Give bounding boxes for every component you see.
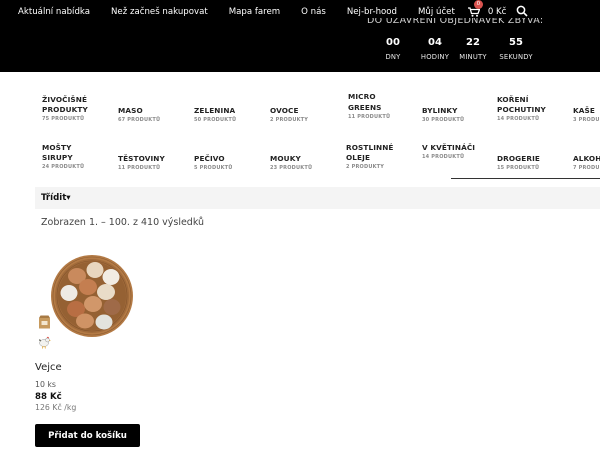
add-to-cart-button[interactable]: Přidat do košíku (35, 424, 140, 447)
category-koreni-pochutiny[interactable]: KOŘENÍ POCHUTINY 14 PRODUKTŮ (497, 95, 555, 122)
category-pecivo[interactable]: PEČIVO 5 PRODUKTŮ (194, 154, 233, 171)
category-name: TĚSTOVINY (118, 154, 165, 163)
rooster-icon (38, 334, 52, 353)
countdown-label: HODINY (420, 53, 450, 61)
countdown-value: 04 (428, 37, 442, 48)
category-maso[interactable]: MASO 67 PRODUKTŮ (118, 106, 160, 123)
category-mouky[interactable]: MOUKY 23 PRODUKTŮ (270, 154, 312, 171)
category-count: 67 PRODUKTŮ (118, 117, 161, 123)
category-name: MICRO GREENS (348, 92, 382, 112)
category-micro-greens[interactable]: MICRO GREENS 11 PRODUKTŮ (348, 91, 398, 120)
category-name: DROGERIE (497, 154, 540, 163)
category-count: 14 PRODUKTŮ (422, 154, 465, 160)
category-zivocisne-produkty[interactable]: ŽIVOČIŠNÉ PRODUKTY 75 PRODUKTŮ (42, 95, 112, 122)
category-rostlinne-oleje[interactable]: ROSTLINNÉ OLEJE 2 PRODUKTY (346, 143, 406, 170)
category-name: V KVĚTINÁČI (422, 143, 476, 152)
category-name: BYLINKY (422, 106, 458, 115)
category-v-kvetinaci[interactable]: V KVĚTINÁČI 14 PRODUKTŮ (422, 143, 477, 160)
category-count: 5 PRODUKTŮ (194, 165, 233, 171)
sort-dropdown[interactable]: Třídit▾ (41, 193, 71, 203)
nav-link-aktualni-nabidka[interactable]: Aktuální nabídka (18, 7, 90, 17)
product-name[interactable]: Vejce (35, 362, 62, 373)
category-name: ŽIVOČIŠNÉ PRODUKTY (42, 95, 88, 114)
nav-link-muj-ucet[interactable]: Můj účet (418, 7, 455, 17)
countdown-minutes: 22 MINUTY (454, 37, 492, 61)
category-count: 11 PRODUKTŮ (118, 165, 161, 171)
product-price: 88 Kč (35, 392, 62, 402)
category-count: 50 PRODUKTŮ (194, 117, 237, 123)
category-count: 11 PRODUKTŮ (348, 114, 391, 120)
countdown-days: 00 DNY (370, 37, 416, 61)
category-count: 7 PRODUKTŮ (573, 165, 600, 171)
cart-count-badge: 0 (473, 0, 483, 9)
countdown-label: MINUTY (459, 53, 487, 61)
countdown-value: 55 (509, 37, 523, 48)
category-name: ROSTLINNÉ OLEJE (346, 143, 394, 162)
category-ovoce[interactable]: OVOCE 2 PRODUKTY (270, 106, 308, 123)
countdown-seconds: 55 SEKUNDY (492, 37, 540, 61)
paper-bag-icon (38, 314, 51, 333)
countdown-value: 22 (466, 37, 480, 48)
category-count: 24 PRODUKTŮ (42, 164, 85, 170)
category-name: MOŠTY SIRUPY (42, 143, 73, 162)
egg-bowl-image[interactable] (50, 254, 134, 338)
category-name: PEČIVO (194, 154, 225, 163)
top-bar: Aktuální nabídka Než začneš nakupovat Ma… (0, 0, 600, 72)
category-name: MOUKY (270, 154, 301, 163)
category-zelenina[interactable]: ZELENINA 50 PRODUKTŮ (194, 106, 236, 123)
category-name: OVOCE (270, 106, 299, 115)
product-price-per-kg: 126 Kč /kg (35, 403, 77, 412)
category-mosty-sirupy[interactable]: MOŠTY SIRUPY 24 PRODUKTŮ (42, 143, 92, 170)
category-count: 3 PRODUKTY (573, 117, 600, 123)
category-name: ZELENINA (194, 106, 236, 115)
category-count: 2 PRODUKTY (346, 164, 385, 170)
category-count: 23 PRODUKTŮ (270, 165, 313, 171)
category-count: 75 PRODUKTŮ (42, 116, 85, 122)
countdown-value: 00 (386, 37, 400, 48)
category-name: KOŘENÍ POCHUTINY (497, 95, 546, 114)
countdown-label: DNY (385, 53, 401, 61)
cart-icon: 0 (467, 0, 483, 17)
nav-link-nej-br-hood[interactable]: Nej-br-hood (347, 7, 397, 17)
product-unit: 10 ks (35, 380, 56, 389)
category-bylinky[interactable]: BYLINKY 30 PRODUKTŮ (422, 106, 464, 123)
nav-link-o-nas[interactable]: O nás (301, 7, 326, 17)
category-testoviny[interactable]: TĚSTOVINY 11 PRODUKTŮ (118, 154, 165, 171)
category-count: 2 PRODUKTY (270, 117, 309, 123)
category-drogerie[interactable]: DROGERIE 15 PRODUKTŮ (497, 154, 540, 171)
nav-link-nez-zacnes-nakupovat[interactable]: Než začneš nakupovat (111, 7, 208, 17)
main-nav: Aktuální nabídka Než začneš nakupovat Ma… (18, 0, 528, 18)
search-icon[interactable] (516, 5, 528, 17)
sort-bar: Třídit▾ (35, 187, 600, 209)
countdown-label: SEKUNDY (499, 53, 533, 61)
countdown-timer: 00 DNY 04 HODINY 22 MINUTY 55 SEKUNDY (370, 37, 540, 61)
category-count: 15 PRODUKTŮ (497, 165, 540, 171)
category-count: 14 PRODUKTŮ (497, 116, 540, 122)
result-count: Zobrazen 1. – 100. z 410 výsledků (41, 217, 205, 228)
countdown-hours: 04 HODINY (416, 37, 454, 61)
category-kase[interactable]: KAŠE 3 PRODUKTY (573, 106, 600, 123)
nav-link-mapa-farem[interactable]: Mapa farem (229, 7, 280, 17)
cart-button[interactable]: 0 0 Kč (467, 0, 517, 17)
category-name: KAŠE (573, 106, 595, 115)
category-count: 30 PRODUKTŮ (422, 117, 465, 123)
category-name: MASO (118, 106, 143, 115)
category-name: ALKOHOL (573, 154, 600, 163)
cart-total: 0 Kč (487, 7, 507, 17)
category-alkohol[interactable]: ALKOHOL 7 PRODUKTŮ (573, 154, 600, 171)
category-scroll-indicator (451, 178, 600, 179)
